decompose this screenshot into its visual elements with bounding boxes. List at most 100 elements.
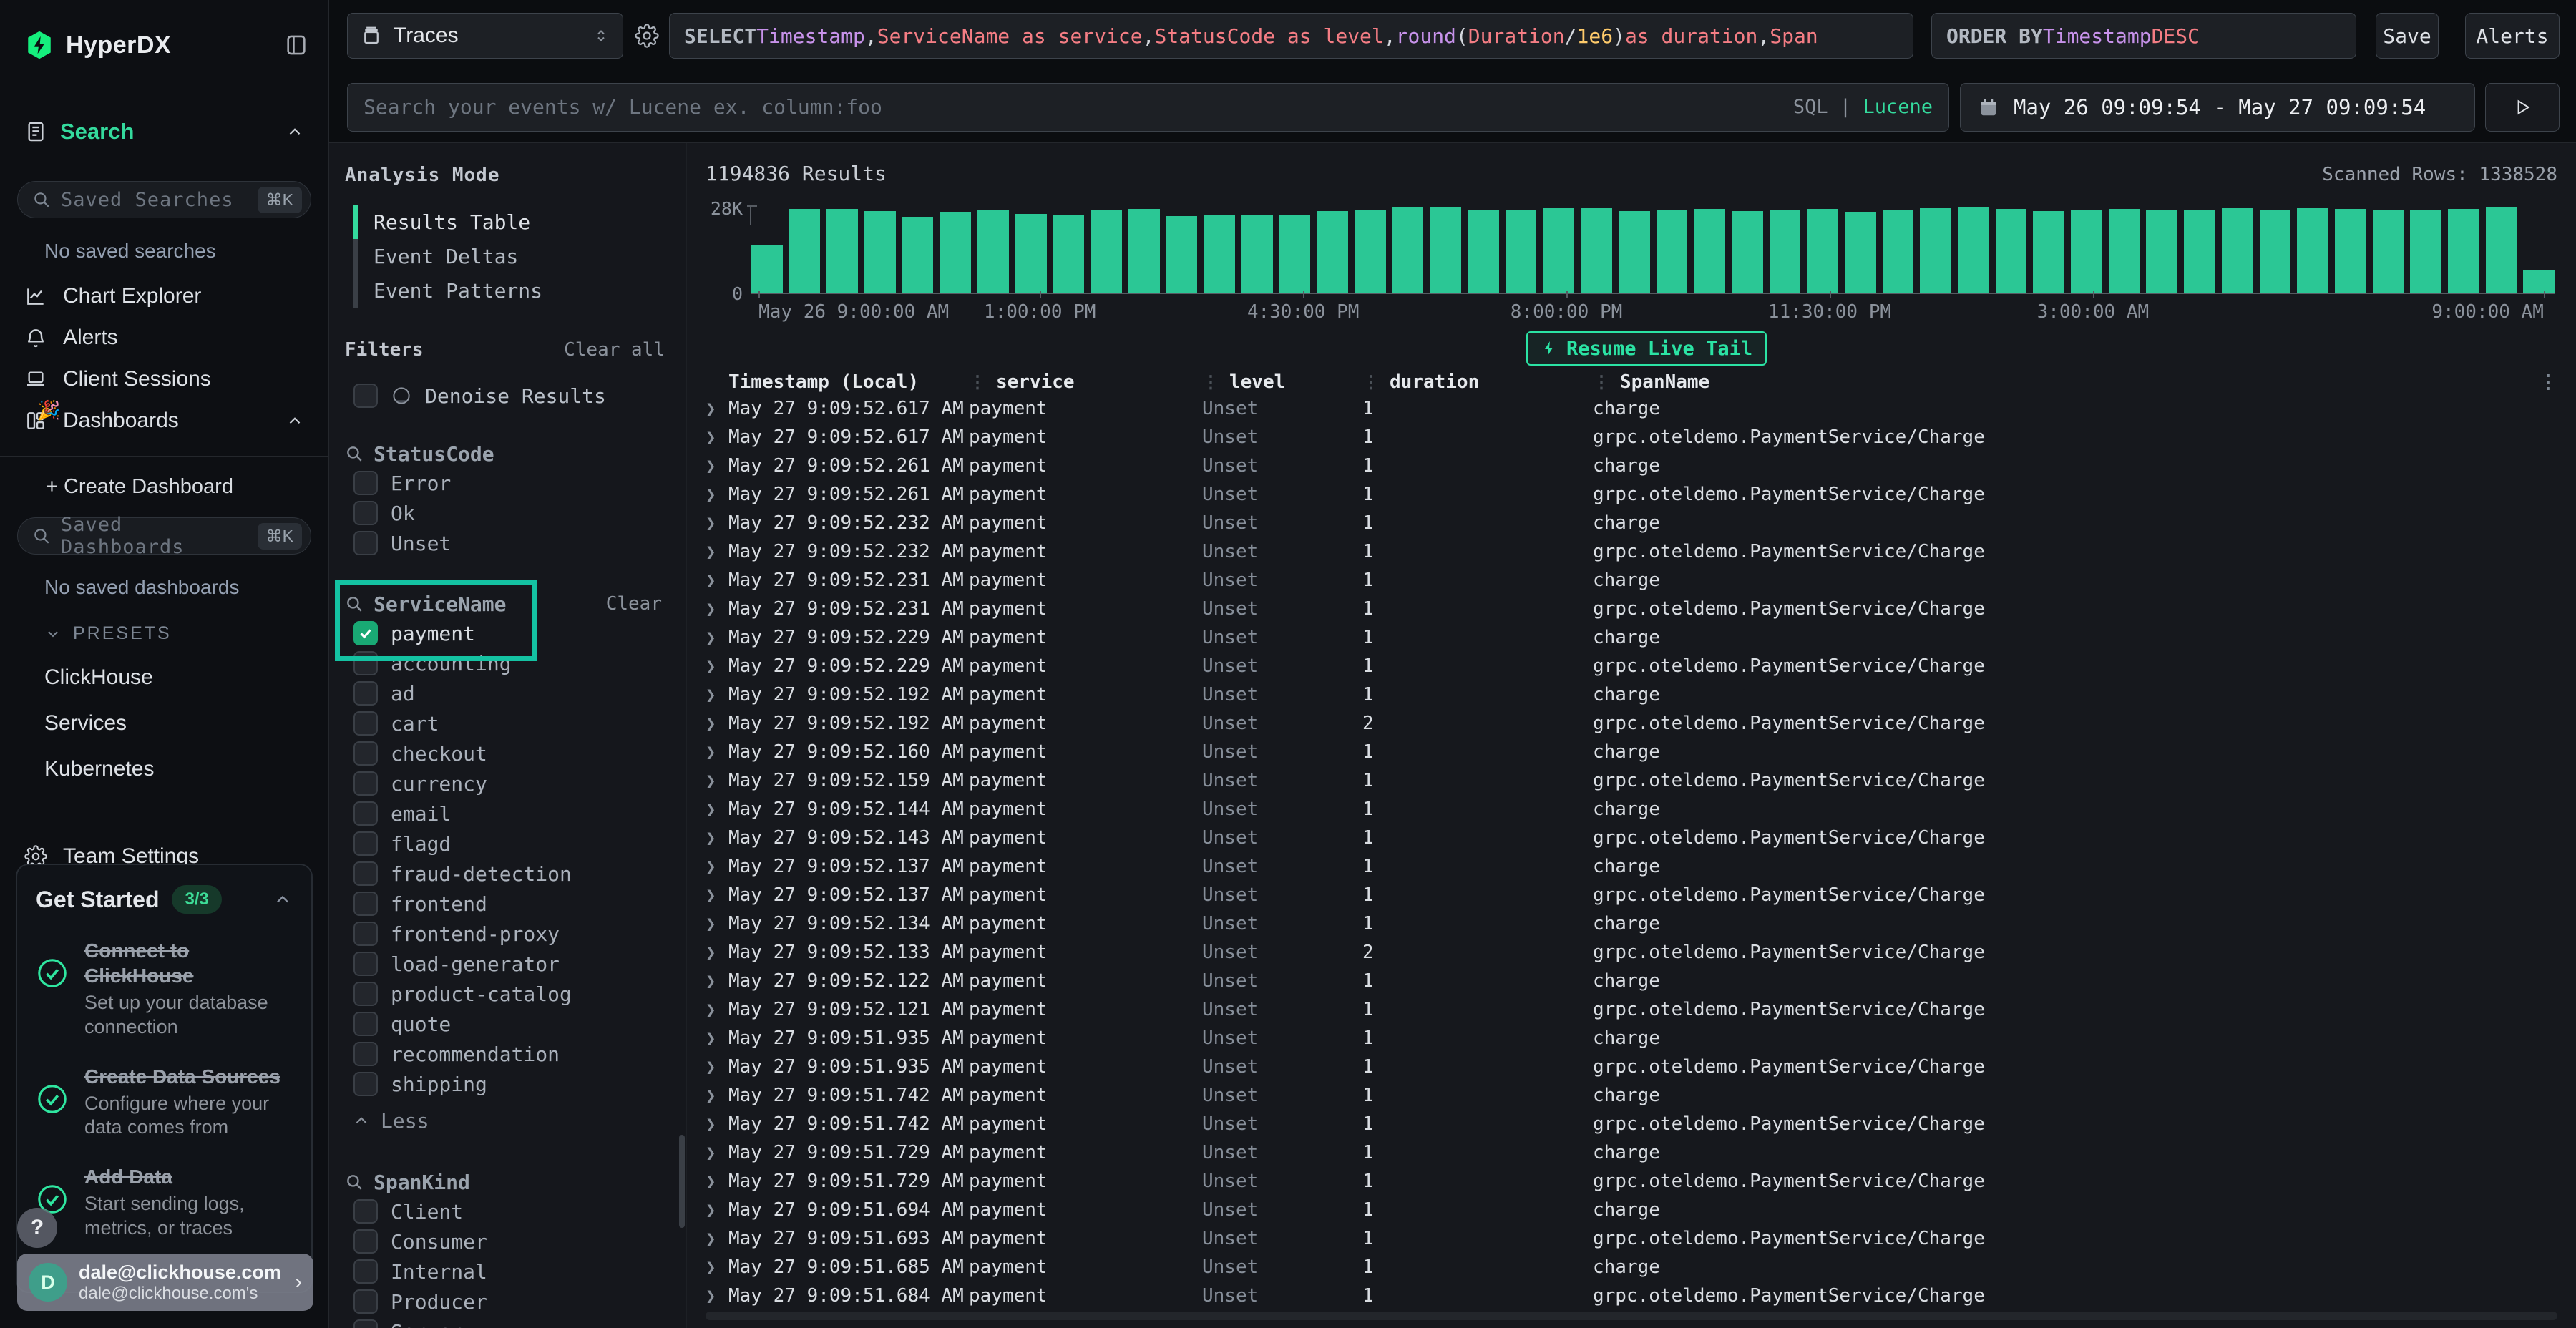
checkbox[interactable] <box>353 1012 378 1036</box>
expand-row-icon[interactable]: ❯ <box>706 542 728 562</box>
histogram-bar[interactable] <box>2109 209 2140 293</box>
histogram-bar[interactable] <box>2523 270 2555 293</box>
histogram-bar[interactable] <box>2448 209 2479 293</box>
table-row[interactable]: ❯May 27 9:09:51.742 AMpaymentUnset1grpc.… <box>706 1110 2557 1138</box>
expand-row-icon[interactable]: ❯ <box>706 1057 728 1077</box>
sidebar-item-preset-services[interactable]: Services <box>44 711 328 736</box>
table-row[interactable]: ❯May 27 9:09:52.137 AMpaymentUnset1grpc.… <box>706 881 2557 909</box>
saved-searches-input[interactable]: Saved Searches ⌘K <box>17 181 311 218</box>
expand-row-icon[interactable]: ❯ <box>706 685 728 705</box>
expand-row-icon[interactable]: ❯ <box>706 942 728 962</box>
checkbox[interactable] <box>353 531 378 555</box>
alerts-button[interactable]: Alerts <box>2465 13 2560 59</box>
expand-row-icon[interactable]: ❯ <box>706 856 728 877</box>
checkbox[interactable] <box>353 1072 378 1096</box>
checkbox[interactable] <box>353 892 378 916</box>
sidebar-item-client-sessions[interactable]: Client Sessions <box>0 358 328 400</box>
histogram-bar[interactable] <box>789 209 821 293</box>
histogram-bar[interactable] <box>902 217 934 293</box>
table-row[interactable]: ❯May 27 9:09:52.143 AMpaymentUnset1grpc.… <box>706 824 2557 852</box>
create-dashboard-button[interactable]: + Create Dashboard <box>46 475 328 499</box>
filter-checkbox-item[interactable]: Producer <box>345 1286 665 1317</box>
checkbox[interactable] <box>353 982 378 1006</box>
table-row[interactable]: ❯May 27 9:09:52.229 AMpaymentUnset1charg… <box>706 623 2557 652</box>
table-row[interactable]: ❯May 27 9:09:52.617 AMpaymentUnset1charg… <box>706 394 2557 423</box>
table-row[interactable]: ❯May 27 9:09:52.144 AMpaymentUnset1charg… <box>706 795 2557 824</box>
histogram-bar[interactable] <box>1770 210 1801 293</box>
histogram-bar[interactable] <box>1279 215 1311 293</box>
chevron-up-icon[interactable] <box>273 889 293 909</box>
horizontal-scrollbar[interactable] <box>706 1312 2557 1320</box>
expand-row-icon[interactable]: ❯ <box>706 1229 728 1249</box>
expand-row-icon[interactable]: ❯ <box>706 456 728 476</box>
saved-dashboards-input[interactable]: Saved Dashboards ⌘K <box>17 517 311 555</box>
table-row[interactable]: ❯May 27 9:09:52.231 AMpaymentUnset1charg… <box>706 566 2557 595</box>
histogram-bar[interactable] <box>1053 215 1085 293</box>
histogram-bar[interactable] <box>1166 216 1198 293</box>
histogram-bar[interactable] <box>826 209 858 293</box>
table-row[interactable]: ❯May 27 9:09:52.261 AMpaymentUnset1grpc.… <box>706 480 2557 509</box>
filter-checkbox-item[interactable]: frontend-proxy <box>345 919 665 949</box>
checkbox[interactable] <box>353 1319 378 1328</box>
query-language-toggle[interactable]: SQL | Lucene <box>1793 96 1933 118</box>
chevron-up-icon[interactable] <box>286 411 304 430</box>
expand-row-icon[interactable]: ❯ <box>706 1286 728 1306</box>
filter-checkbox-item[interactable]: accounting <box>345 648 665 678</box>
expand-row-icon[interactable]: ❯ <box>706 742 728 762</box>
histogram-bar[interactable] <box>1694 209 1725 293</box>
table-row[interactable]: ❯May 27 9:09:52.134 AMpaymentUnset1charg… <box>706 909 2557 938</box>
sidebar-item-chart-explorer[interactable]: Chart Explorer <box>0 275 328 317</box>
filter-checkbox-item[interactable]: Internal <box>345 1256 665 1286</box>
histogram-bar[interactable] <box>2146 210 2177 293</box>
histogram-bar[interactable] <box>751 245 783 293</box>
histogram-bar[interactable] <box>977 210 1009 293</box>
show-less-toggle[interactable]: Less <box>345 1105 665 1136</box>
table-row[interactable]: ❯May 27 9:09:52.232 AMpaymentUnset1charg… <box>706 509 2557 537</box>
save-button[interactable]: Save <box>2376 13 2439 59</box>
table-row[interactable]: ❯May 27 9:09:52.121 AMpaymentUnset1grpc.… <box>706 995 2557 1024</box>
sidebar-item-preset-clickhouse[interactable]: ClickHouse <box>44 665 328 690</box>
filter-checkbox-item[interactable]: payment <box>345 618 665 648</box>
histogram-bar[interactable] <box>1015 214 1047 293</box>
expand-row-icon[interactable]: ❯ <box>706 971 728 991</box>
expand-row-icon[interactable]: ❯ <box>706 713 728 733</box>
expand-row-icon[interactable]: ❯ <box>706 599 728 619</box>
presets-toggle[interactable]: PRESETS <box>44 623 328 644</box>
source-settings-gear-icon[interactable] <box>635 24 659 48</box>
table-row[interactable]: ❯May 27 9:09:52.160 AMpaymentUnset1charg… <box>706 738 2557 766</box>
table-row[interactable]: ❯May 27 9:09:51.684 AMpaymentUnset1grpc.… <box>706 1281 2557 1310</box>
histogram-bar[interactable] <box>1845 212 1876 293</box>
table-row[interactable]: ❯May 27 9:09:51.685 AMpaymentUnset1charg… <box>706 1253 2557 1281</box>
get-started-item[interactable]: Add DataStart sending logs, metrics, or … <box>36 1164 293 1241</box>
histogram-bar[interactable] <box>2410 210 2441 293</box>
filter-checkbox-item[interactable]: frontend <box>345 889 665 919</box>
expand-row-icon[interactable]: ❯ <box>706 484 728 504</box>
histogram-bar[interactable] <box>1619 211 1650 293</box>
expand-row-icon[interactable]: ❯ <box>706 656 728 676</box>
sidebar-item-preset-kubernetes[interactable]: Kubernetes <box>44 757 328 781</box>
expand-row-icon[interactable]: ❯ <box>706 1171 728 1191</box>
table-row[interactable]: ❯May 27 9:09:51.742 AMpaymentUnset1charg… <box>706 1081 2557 1110</box>
clear-all-filters-button[interactable]: Clear all <box>564 339 665 361</box>
checkbox[interactable] <box>353 922 378 946</box>
table-row[interactable]: ❯May 27 9:09:52.229 AMpaymentUnset1grpc.… <box>706 652 2557 680</box>
drag-handle-icon[interactable]: ⋮ <box>1362 372 1380 392</box>
table-row[interactable]: ❯May 27 9:09:51.693 AMpaymentUnset1grpc.… <box>706 1224 2557 1253</box>
table-row[interactable]: ❯May 27 9:09:52.261 AMpaymentUnset1charg… <box>706 451 2557 480</box>
histogram-bar[interactable] <box>1392 208 1424 293</box>
user-menu[interactable]: D dale@clickhouse.com dale@clickhouse.co… <box>17 1254 313 1311</box>
filter-checkbox-item[interactable]: ad <box>345 678 665 708</box>
histogram-bar[interactable] <box>864 211 896 293</box>
sql-orderby-input[interactable]: ORDER BY Timestamp DESC <box>1931 13 2356 59</box>
sidebar-item-alerts[interactable]: Alerts <box>0 317 328 358</box>
filter-checkbox-item[interactable]: quote <box>345 1009 665 1039</box>
filter-checkbox-item[interactable]: load-generator <box>345 949 665 979</box>
drag-handle-icon[interactable]: ⋮ <box>1593 372 1610 392</box>
sql-select-input[interactable]: SELECT Timestamp, ServiceName as service… <box>669 13 1913 59</box>
filter-checkbox-item[interactable]: flagd <box>345 829 665 859</box>
histogram-bar[interactable] <box>2071 210 2102 293</box>
checkbox[interactable] <box>353 621 378 645</box>
histogram-bar[interactable] <box>1920 208 1951 293</box>
table-row[interactable]: ❯May 27 9:09:51.729 AMpaymentUnset1charg… <box>706 1138 2557 1167</box>
filter-checkbox-item[interactable]: Ok <box>345 498 665 528</box>
